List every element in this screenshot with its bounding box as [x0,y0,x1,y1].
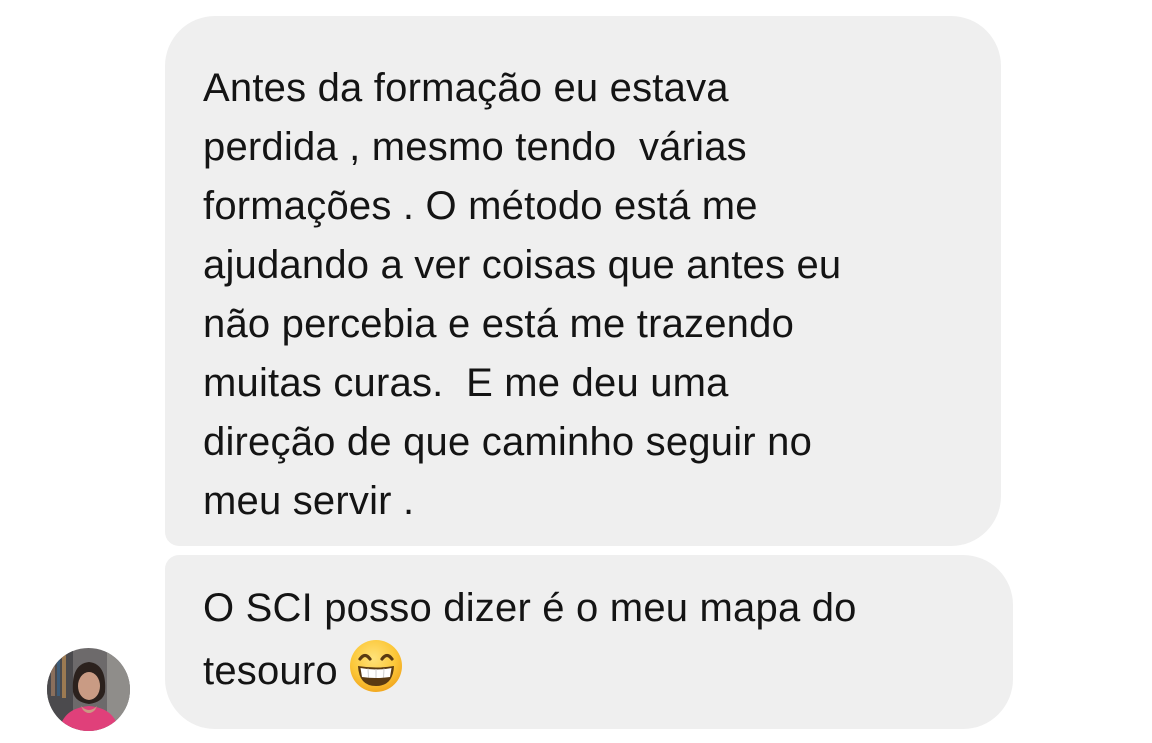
message-line: ajudando a ver coisas que antes eu [203,243,842,287]
message-bubble-2[interactable]: O SCI posso dizer é o meu mapa do tesour… [165,555,1013,729]
message-line: O SCI posso dizer é o meu mapa do [203,586,857,630]
message-line: perdida , mesmo tendo várias [203,125,747,169]
message-line: muitas curas. E me deu uma [203,361,729,405]
message-line: Antes da formação eu estava [203,66,729,110]
message-text: tesouro [203,649,338,693]
message-line: não percebia e está me trazendo [203,302,795,346]
message-line: direção de que caminho seguir no [203,420,813,464]
message-line: meu servir . [203,479,415,523]
message-line-with-emoji: tesouro [203,638,983,711]
grinning-face-emoji-icon [348,638,404,711]
message-bubble-1[interactable]: Antes da formação eu estava perdida , me… [165,16,1001,546]
profile-photo-icon [47,648,130,731]
message-line: formações . O método está me [203,184,758,228]
sender-avatar[interactable] [47,648,130,731]
